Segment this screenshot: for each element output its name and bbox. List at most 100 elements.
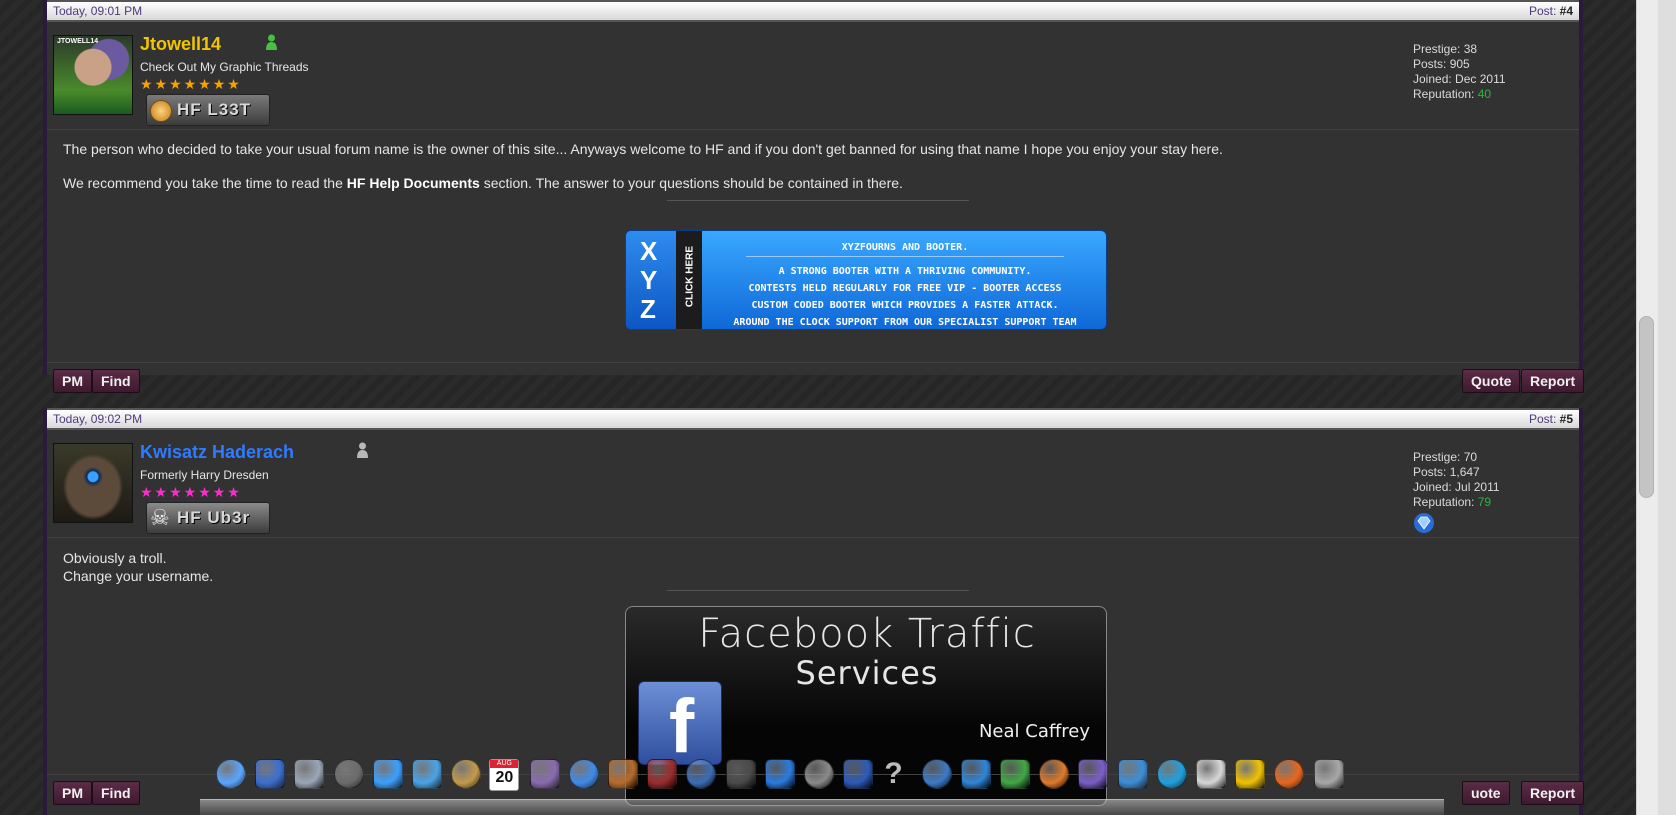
post-header: Today, 09:02 PM Post: #5 <box>47 408 1579 430</box>
dvd-player-icon[interactable] <box>839 755 875 795</box>
userbar: ☠ HF Ub3r <box>146 502 270 534</box>
trash-icon[interactable] <box>1310 755 1346 795</box>
time-machine-icon[interactable] <box>722 755 758 795</box>
user-stats: Prestige: 70 Posts: 1,647 Joined: Jul 20… <box>1413 450 1500 538</box>
reputation-label: Reputation: <box>1413 495 1475 509</box>
quote-button[interactable]: uote <box>1462 781 1510 805</box>
firefox-icon[interactable] <box>1270 755 1306 795</box>
help-icon[interactable]: ? <box>878 755 914 795</box>
finder-icon[interactable] <box>212 755 248 795</box>
report-button[interactable]: Report <box>1521 781 1585 805</box>
calendar-day: 20 <box>495 769 514 786</box>
post-body: The person who decided to take your usua… <box>47 130 1579 362</box>
pm-button[interactable]: PM <box>53 369 92 393</box>
signature-banner[interactable]: XYZ CLICK HERE XYZFOURNS AND BOOTER. A S… <box>625 230 1107 330</box>
itunes-icon[interactable] <box>565 755 601 795</box>
excel-icon[interactable] <box>996 755 1032 795</box>
userbar-label: HF Ub3r <box>177 508 251 527</box>
avatar[interactable]: JTOWELL14 <box>53 35 133 115</box>
posts-value: 1,647 <box>1449 465 1480 479</box>
username[interactable]: Kwisatz Haderach <box>140 442 294 463</box>
signature-divider <box>667 590 969 591</box>
banner-line: CONTESTS HELD REGULARLY FOR FREE VIP - B… <box>748 283 1062 294</box>
prestige-label: Prestige: <box>1413 42 1461 56</box>
safari-icon[interactable] <box>369 755 405 795</box>
signature-divider <box>667 200 969 201</box>
avatar-label: JTOWELL14 <box>57 38 99 45</box>
joined-value: Dec 2011 <box>1455 72 1506 86</box>
banner-title: Facebook Traffic <box>698 611 1036 657</box>
help-documents-link[interactable]: HF Help Documents <box>347 175 480 191</box>
mail-stamp-icon[interactable] <box>290 755 326 795</box>
post-number-value[interactable]: #5 <box>1560 412 1573 426</box>
post-text-line: The person who decided to take your usua… <box>63 141 1223 157</box>
spaces-icon[interactable] <box>682 755 718 795</box>
post-text-line: We recommend you take the time to read t… <box>63 175 903 191</box>
dashboard-icon[interactable] <box>330 755 366 795</box>
banner-text: XYZFOURNS AND BOOTER. A STRONG BOOTER WI… <box>706 239 1104 329</box>
find-button[interactable]: Find <box>92 369 140 393</box>
post-header: Today, 09:01 PM Post: #4 <box>47 0 1579 22</box>
dock-shelf <box>200 799 1444 815</box>
posts-value: 905 <box>1449 57 1470 71</box>
banner-title: XYZFOURNS AND BOOTER. <box>746 239 1064 257</box>
calendar-month: AUG <box>490 760 519 768</box>
pm-button[interactable]: PM <box>53 781 92 805</box>
find-button[interactable]: Find <box>92 781 140 805</box>
entourage-icon[interactable] <box>1074 755 1110 795</box>
reputation-value[interactable]: 40 <box>1478 87 1491 101</box>
posts-label: Posts: <box>1413 465 1447 479</box>
userbar-coin-icon <box>150 100 172 122</box>
powerpoint-icon[interactable] <box>1035 755 1071 795</box>
reputation-value[interactable]: 79 <box>1478 495 1491 509</box>
post-timestamp: Today, 09:02 PM <box>53 412 143 426</box>
userbar-skull-icon: ☠ <box>150 505 170 530</box>
script-icon[interactable] <box>1192 755 1228 795</box>
post-text-segment: section. The answer to your questions sh… <box>483 175 903 191</box>
quote-button[interactable]: Quote <box>1462 369 1521 393</box>
post-timestamp: Today, 09:01 PM <box>53 4 143 18</box>
post-number: Post: #5 <box>1529 412 1573 426</box>
garageband-icon[interactable] <box>604 755 640 795</box>
banner-click-strip[interactable]: CLICK HERE <box>676 231 702 329</box>
joined-label: Joined: <box>1413 72 1452 86</box>
preview-icon[interactable] <box>526 755 562 795</box>
prestige-value: 70 <box>1463 450 1478 464</box>
userbar-label: HF L33T <box>177 100 252 119</box>
post-label: Post: <box>1528 4 1557 18</box>
avatar[interactable] <box>53 443 133 523</box>
banner-line: CUSTOM CODED BOOTER WHICH PROVIDES A FAS… <box>751 300 1059 311</box>
username[interactable]: Jtowell14 <box>140 34 221 55</box>
dictionary-icon[interactable] <box>643 755 679 795</box>
textedit-pen-icon[interactable] <box>251 755 287 795</box>
banner-logo-text: XYZ <box>640 236 658 324</box>
userbar: HF L33T <box>146 94 270 126</box>
iphoto-icon[interactable] <box>918 755 954 795</box>
post-label: Post: <box>1528 412 1557 426</box>
word-icon[interactable] <box>957 755 993 795</box>
banner-click-label: CLICK HERE <box>684 245 696 308</box>
post: Today, 09:02 PM Post: #5 Kwisatz Haderac… <box>43 408 1585 815</box>
office-icon[interactable] <box>1114 755 1150 795</box>
diamond-award-icon[interactable] <box>1413 512 1435 534</box>
facetime-icon[interactable] <box>408 755 444 795</box>
banner-logo: XYZ <box>626 231 676 329</box>
facebook-logo-icon: f <box>638 681 722 769</box>
calendar-icon[interactable]: AUG 20 <box>486 755 522 795</box>
joined-value: Jul 2011 <box>1455 480 1500 494</box>
window-edge <box>1658 0 1676 815</box>
joined-label: Joined: <box>1413 480 1452 494</box>
aim-icon[interactable] <box>1231 755 1267 795</box>
online-status-icon <box>266 34 277 50</box>
post-number-value[interactable]: #4 <box>1560 4 1573 18</box>
post-text-line: Obviously a troll. <box>63 550 167 566</box>
scrollbar-thumb[interactable] <box>1639 316 1654 498</box>
google-earth-icon[interactable] <box>761 755 797 795</box>
address-book-icon[interactable] <box>447 755 483 795</box>
banner-line: AROUND THE CLOCK SUPPORT FROM OUR SPECIA… <box>733 317 1077 328</box>
system-preferences-icon[interactable] <box>800 755 836 795</box>
user-stars: ★★★★★★★ <box>140 484 242 500</box>
skype-icon[interactable] <box>1153 755 1189 795</box>
post-text-line: Change your username. <box>63 568 214 584</box>
report-button[interactable]: Report <box>1521 369 1585 393</box>
